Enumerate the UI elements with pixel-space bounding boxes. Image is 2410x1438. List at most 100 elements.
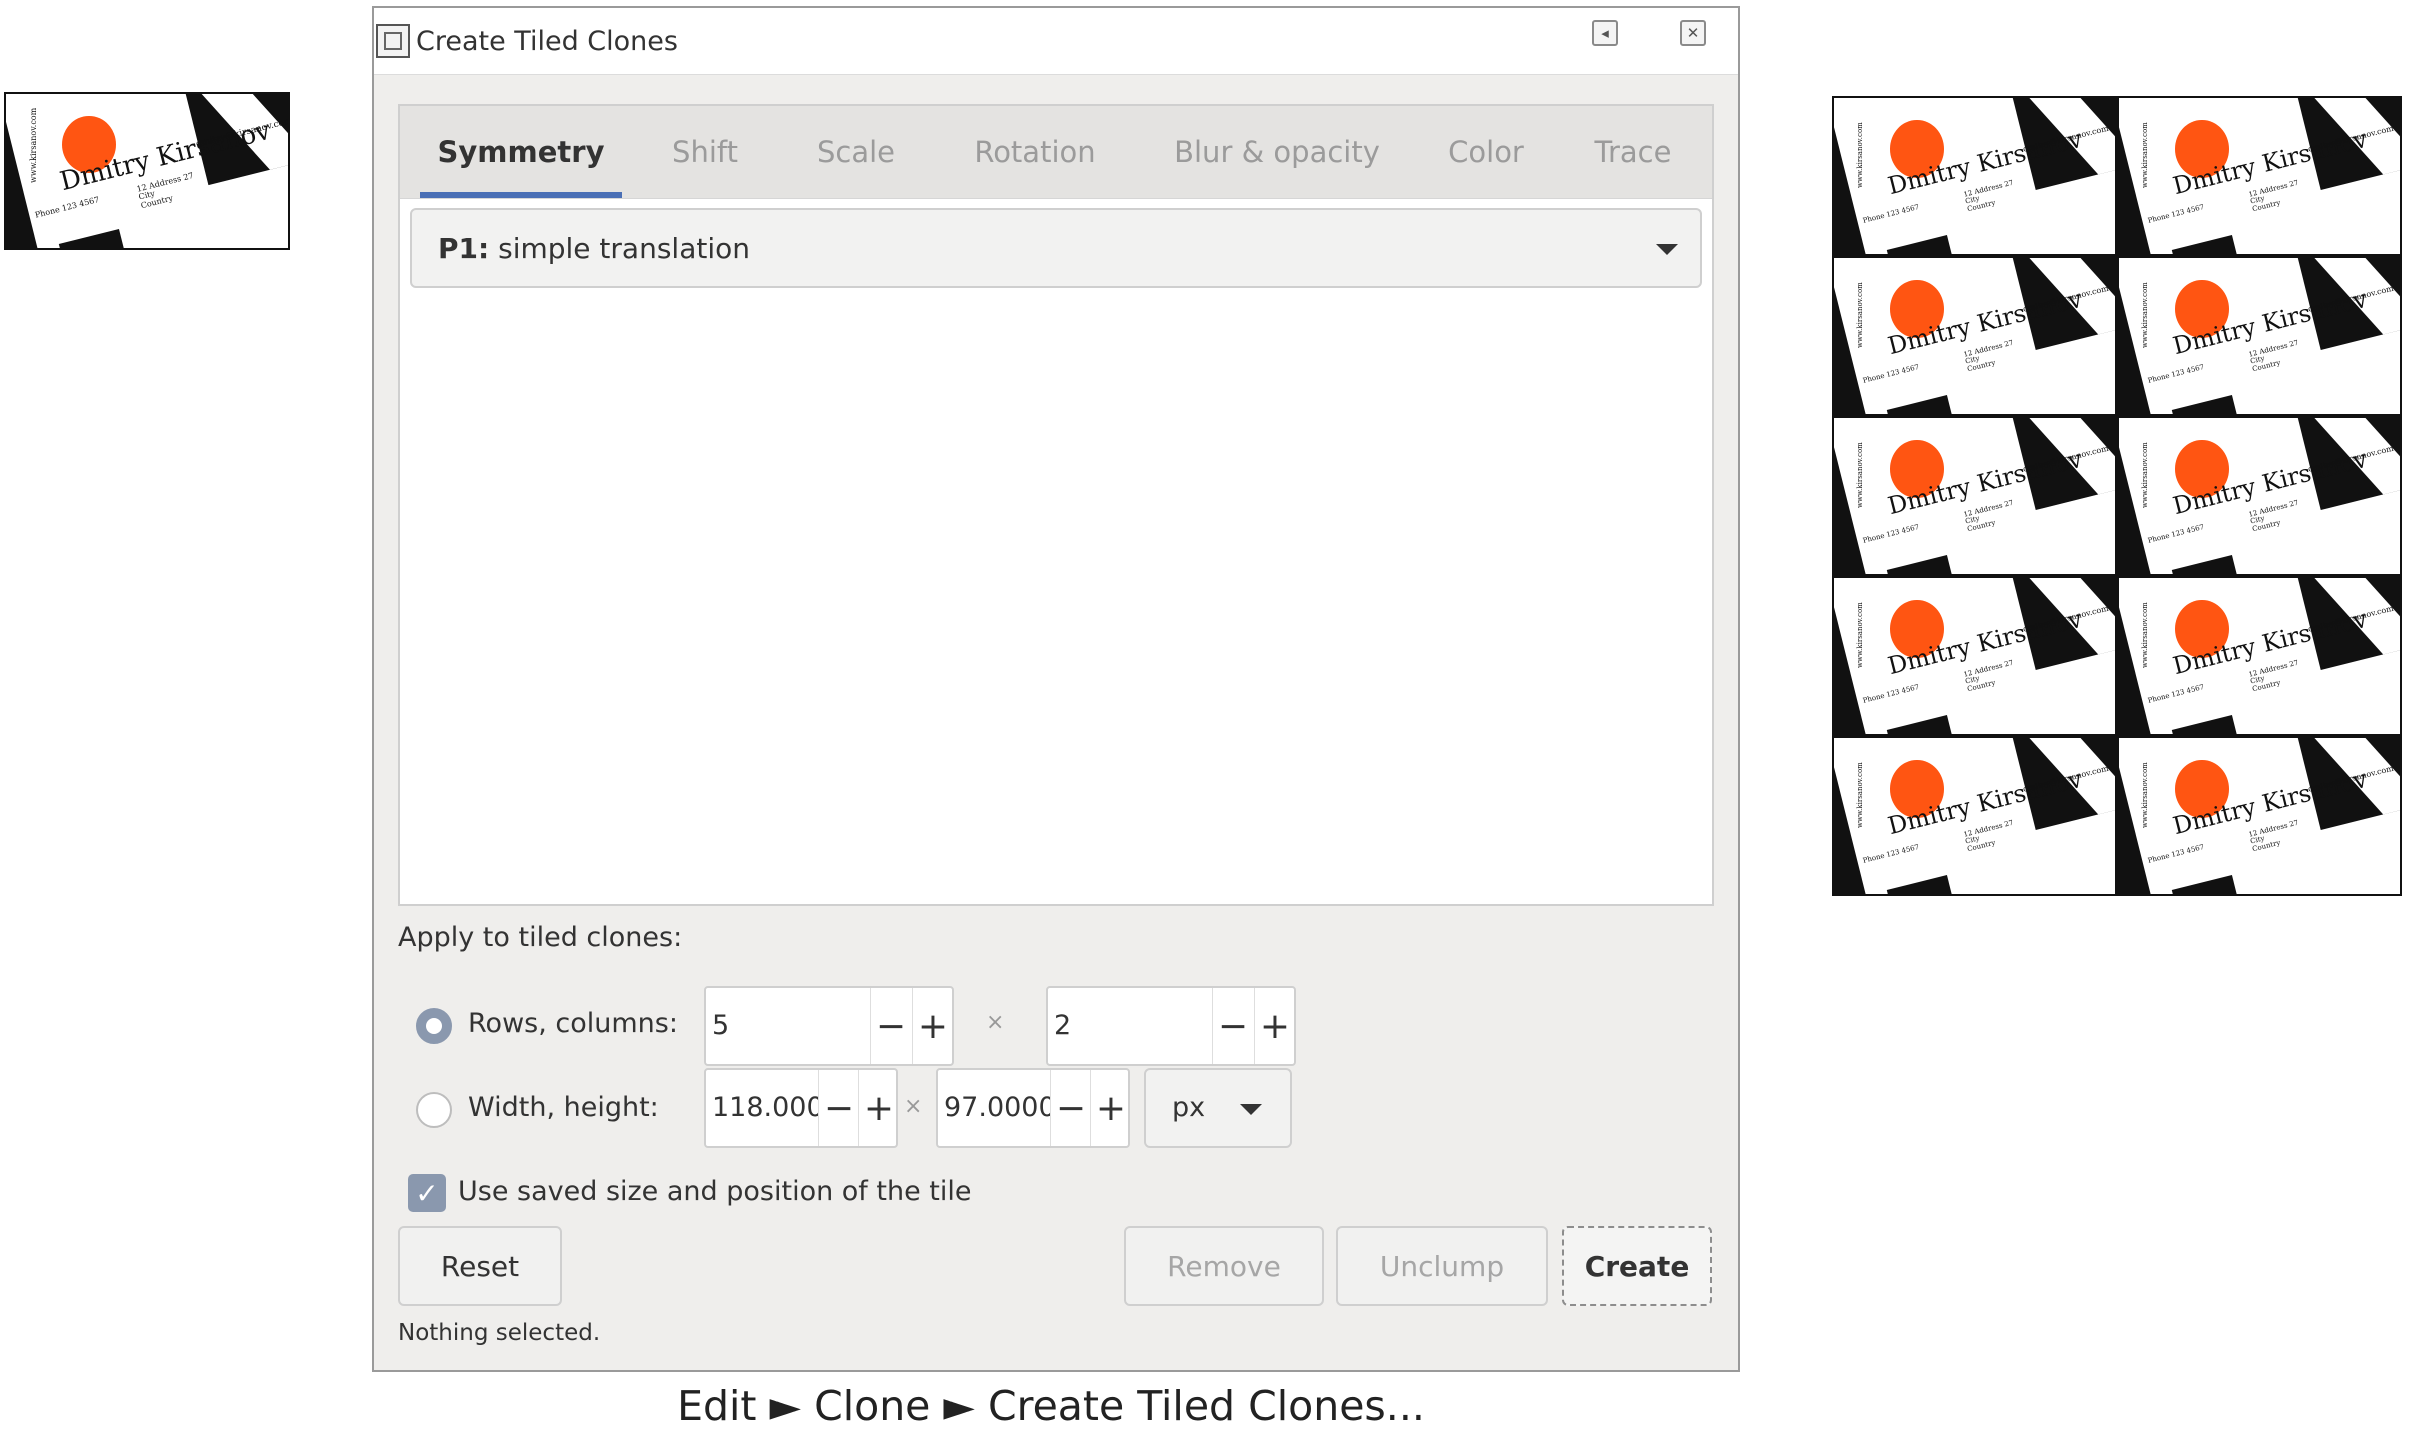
card-black-tab — [1886, 714, 1956, 734]
unit-value: px — [1172, 1092, 1206, 1123]
reset-button[interactable]: Reset — [398, 1226, 562, 1306]
width-height-label: Width, height: — [468, 1092, 659, 1123]
tiled-clone-card: www.kirsanov.com Dmitry Kirsanov dmitry@ki… — [1832, 576, 2117, 736]
card-address: 12 Address 27 City Country — [2248, 818, 2300, 853]
width-height-radio[interactable] — [416, 1092, 452, 1128]
unit-dropdown[interactable]: px — [1144, 1068, 1292, 1148]
card-phone: Phone 123 4567 — [2147, 202, 2206, 225]
columns-increment-button[interactable]: + — [1254, 988, 1295, 1064]
tabs-notebook: Symmetry Shift Scale Rotation Blur & opa… — [398, 104, 1714, 906]
rows-columns-radio[interactable] — [416, 1008, 452, 1044]
card-website: www.kirsanov.com — [2141, 122, 2150, 189]
card-black-band — [1834, 418, 1877, 574]
tiled-clone-card: www.kirsanov.com Dmitry Kirsanov dmitry@ki… — [1832, 256, 2117, 416]
create-tiled-clones-dialog: Create Tiled Clones ◂ ✕ Symmetry Shift S… — [372, 6, 1740, 1372]
card-black-tab — [1886, 554, 1956, 574]
card-phone: Phone 123 4567 — [2147, 522, 2206, 545]
height-increment-button[interactable]: + — [1090, 1070, 1131, 1146]
times-symbol: × — [986, 1010, 1005, 1035]
apply-label: Apply to tiled clones: — [398, 922, 683, 953]
unclump-button[interactable]: Unclump — [1336, 1226, 1548, 1306]
card-website: www.kirsanov.com — [2141, 282, 2150, 349]
tiled-clone-card: www.kirsanov.com Dmitry Kirsanov dmitry@ki… — [1832, 416, 2117, 576]
symmetry-value: P1: simple translation — [438, 232, 750, 265]
card-website: www.kirsanov.com — [1856, 602, 1865, 669]
columns-value[interactable]: 2 — [1054, 1010, 1204, 1041]
tiled-clone-card: www.kirsanov.com Dmitry Kirsanov dmitry@ki… — [1832, 96, 2117, 256]
create-button[interactable]: Create — [1562, 1226, 1712, 1306]
card-phone: Phone 123 4567 — [2147, 842, 2206, 865]
card-address: 12 Address 27 City Country — [2248, 338, 2300, 373]
columns-spinbutton[interactable]: 2 − + — [1046, 986, 1296, 1066]
card-website: www.kirsanov.com — [1856, 762, 1865, 829]
tab-symmetry[interactable]: Symmetry — [420, 106, 622, 198]
tab-color[interactable]: Color — [1432, 106, 1540, 198]
card-website: www.kirsanov.com — [1856, 282, 1865, 349]
card-address: 12 Address 27 City Country — [1963, 178, 2015, 213]
card-black-tab — [1886, 394, 1956, 414]
use-saved-size-checkbox[interactable]: ✓ — [408, 1174, 446, 1212]
card-website: www.kirsanov.com — [1856, 122, 1865, 189]
tab-trace[interactable]: Trace — [1568, 106, 1698, 198]
card-phone: Phone 123 4567 — [2147, 682, 2206, 705]
card-phone: Phone 123 4567 — [1862, 202, 1921, 225]
chevron-down-icon — [1240, 1104, 1262, 1115]
collapse-icon[interactable]: ◂ — [1592, 20, 1618, 46]
card-phone: Phone 123 4567 — [34, 195, 101, 220]
chevron-down-icon — [1656, 244, 1678, 255]
dialog-title: Create Tiled Clones — [416, 26, 678, 57]
width-spinbutton[interactable]: 118.0000 − + — [704, 1068, 898, 1148]
card-website: www.kirsanov.com — [2141, 442, 2150, 509]
times-symbol: × — [904, 1094, 923, 1119]
card-black-tab — [2171, 554, 2241, 574]
tiled-clone-card: www.kirsanov.com Dmitry Kirsanov dmitry@ki… — [2117, 96, 2402, 256]
card-black-band — [2119, 578, 2162, 734]
card-black-tab — [2171, 714, 2241, 734]
tiled-clone-card: www.kirsanov.com Dmitry Kirsanov dmitry@ki… — [2117, 416, 2402, 576]
card-black-band — [1834, 578, 1877, 734]
symmetry-dropdown[interactable]: P1: simple translation — [410, 208, 1702, 288]
rows-increment-button[interactable]: + — [912, 988, 953, 1064]
columns-decrement-button[interactable]: − — [1212, 988, 1253, 1064]
card-website: www.kirsanov.com — [28, 108, 38, 184]
width-value[interactable]: 118.0000 — [712, 1092, 818, 1123]
card-black-band — [1834, 738, 1877, 894]
height-value[interactable]: 97.0000 — [944, 1092, 1050, 1123]
tiled-clone-card: www.kirsanov.com Dmitry Kirsanov dmitry@ki… — [2117, 736, 2402, 896]
card-phone: Phone 123 4567 — [1862, 362, 1921, 385]
card-address: 12 Address 27 City Country — [1963, 818, 2015, 853]
status-text: Nothing selected. — [398, 1320, 601, 1346]
rows-value[interactable]: 5 — [712, 1010, 862, 1041]
card-website: www.kirsanov.com — [1856, 442, 1865, 509]
card-address: 12 Address 27 City Country — [135, 171, 195, 211]
card-black-band — [2119, 418, 2162, 574]
card-black-tab — [2171, 874, 2241, 894]
card-website: www.kirsanov.com — [2141, 762, 2150, 829]
card-phone: Phone 123 4567 — [2147, 362, 2206, 385]
tiled-clone-card: www.kirsanov.com Dmitry Kirsanov dmitry@ki… — [2117, 256, 2402, 416]
close-icon[interactable]: ✕ — [1680, 20, 1706, 46]
width-increment-button[interactable]: + — [858, 1070, 899, 1146]
tab-bar: Symmetry Shift Scale Rotation Blur & opa… — [400, 106, 1712, 199]
height-decrement-button[interactable]: − — [1050, 1070, 1091, 1146]
tab-scale[interactable]: Scale — [796, 106, 916, 198]
width-decrement-button[interactable]: − — [818, 1070, 859, 1146]
tab-blur-opacity[interactable]: Blur & opacity — [1152, 106, 1402, 198]
card-address: 12 Address 27 City Country — [2248, 178, 2300, 213]
card-black-band — [2119, 738, 2162, 894]
height-spinbutton[interactable]: 97.0000 − + — [936, 1068, 1130, 1148]
remove-button[interactable]: Remove — [1124, 1226, 1324, 1306]
tab-rotation[interactable]: Rotation — [950, 106, 1120, 198]
card-address: 12 Address 27 City Country — [2248, 658, 2300, 693]
card-address: 12 Address 27 City Country — [2248, 498, 2300, 533]
rows-spinbutton[interactable]: 5 − + — [704, 986, 954, 1066]
card-black-band — [2119, 258, 2162, 414]
tiled-clone-card: www.kirsanov.com Dmitry Kirsanov dmitry@ki… — [2117, 576, 2402, 736]
dialog-titlebar: Create Tiled Clones ◂ ✕ — [374, 8, 1738, 75]
rows-decrement-button[interactable]: − — [870, 988, 911, 1064]
card-address: 12 Address 27 City Country — [1963, 658, 2015, 693]
card-black-tab — [2171, 394, 2241, 414]
tab-shift[interactable]: Shift — [650, 106, 760, 198]
card-black-tab — [1886, 874, 1956, 894]
card-address: 12 Address 27 City Country — [1963, 498, 2015, 533]
